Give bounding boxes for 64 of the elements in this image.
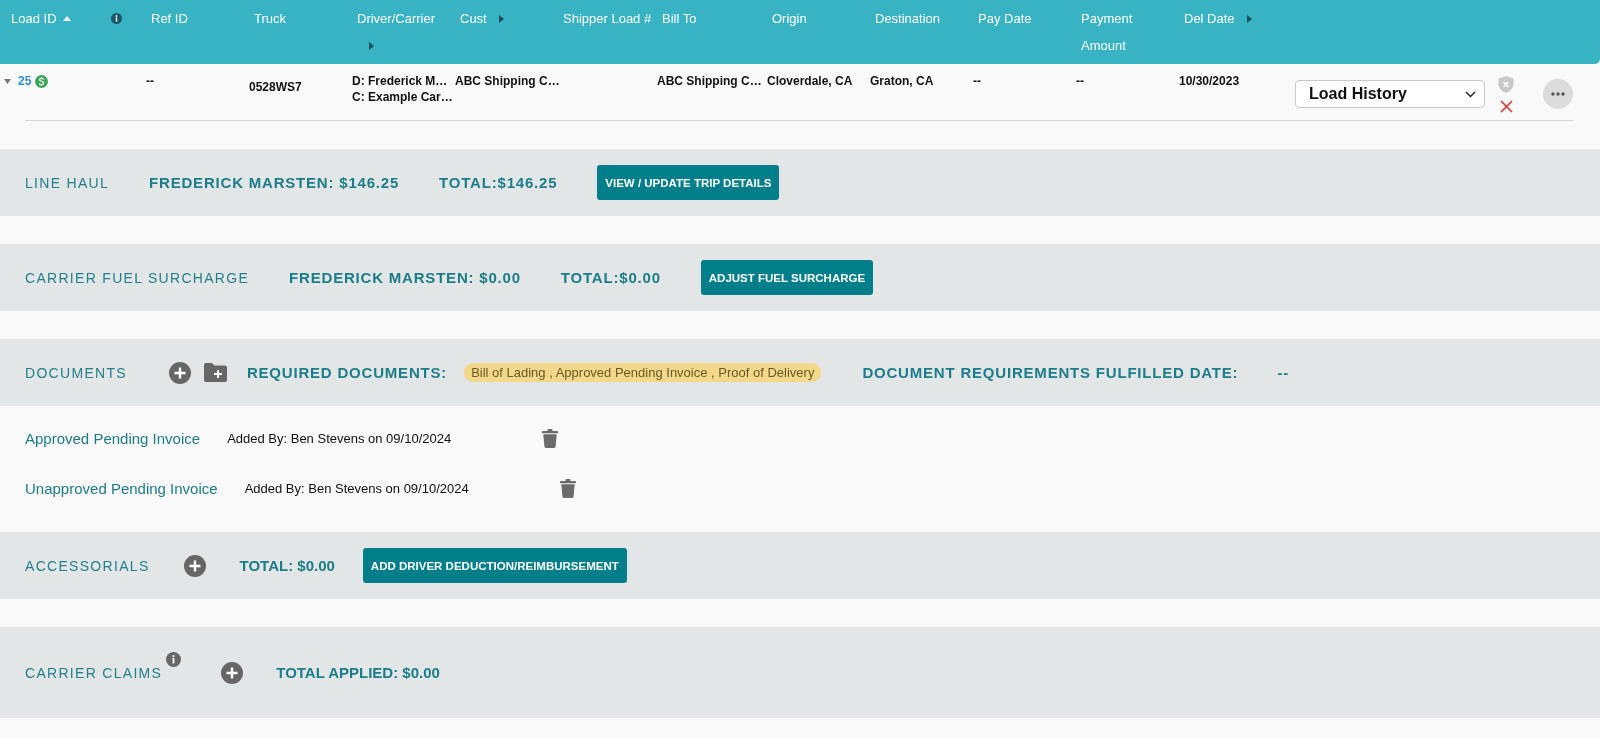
added-by-text: Added By: Ben Stevens on 09/10/2024 xyxy=(244,480,469,496)
section-total: TOTAL: $0.00 xyxy=(239,557,335,574)
action-button[interactable]: ADD DRIVER DEDUCTION/REIMBURSEMENT xyxy=(362,548,627,583)
section-title: ACCESSORIALS xyxy=(25,557,150,574)
add-icon[interactable] xyxy=(168,361,191,384)
table-cell: -- xyxy=(973,74,981,88)
column-header[interactable]: Truck xyxy=(254,5,287,32)
chevron-down-icon xyxy=(1465,90,1476,98)
table-cell: 0528WS7 xyxy=(249,80,302,94)
table-cell: Graton, CA xyxy=(870,74,934,88)
trash-icon[interactable] xyxy=(559,478,576,498)
column-header[interactable]: Shipper Load # xyxy=(563,5,652,32)
add-icon[interactable] xyxy=(183,554,206,577)
document-link[interactable]: Unapproved Pending Invoice xyxy=(25,479,218,497)
section-title: CARRIER CLAIMS xyxy=(25,664,163,681)
column-header[interactable]: Load ID xyxy=(11,5,71,32)
column-header[interactable]: Del Date xyxy=(1184,5,1252,32)
ellipsis-icon xyxy=(1551,92,1565,96)
column-header[interactable]: Pay Date xyxy=(978,5,1032,32)
required-documents-tag: Bill of Lading , Approved Pending Invoice , Proof of Delivery xyxy=(464,363,822,382)
column-header[interactable]: Destination xyxy=(875,5,941,32)
table-cell: ABC Shipping C… xyxy=(657,74,762,88)
required-documents-label: REQUIRED DOCUMENTS: xyxy=(246,364,448,381)
table-cell: 10/30/2023 xyxy=(1179,74,1240,88)
folder-add-icon[interactable] xyxy=(203,363,227,382)
info-icon[interactable] xyxy=(166,651,182,667)
trash-icon[interactable] xyxy=(542,428,559,448)
column-header[interactable]: Bill To xyxy=(662,5,697,32)
driver-name: D: Frederick M… xyxy=(352,73,449,89)
section-title: LINE HAUL xyxy=(25,174,110,191)
column-header[interactable]: Origin xyxy=(772,5,807,32)
column-header[interactable]: Cust xyxy=(460,5,504,32)
carrier-name: C: Example Car… xyxy=(352,89,454,105)
table-cell: ABC Shipping C… xyxy=(455,74,560,88)
column-header[interactable]: Payment Amount xyxy=(1081,5,1173,59)
more-button[interactable] xyxy=(1543,79,1573,109)
table-cell: -- xyxy=(1076,74,1084,88)
table-cell: -- xyxy=(146,74,154,88)
fulfilled-date-label: DOCUMENT REQUIREMENTS FULFILLED DATE: xyxy=(862,364,1239,381)
section-title: DOCUMENTS xyxy=(25,364,127,381)
section-title: CARRIER FUEL SURCHARGE xyxy=(25,269,250,286)
info-icon[interactable] xyxy=(111,13,122,24)
section-total: TOTAL:$146.25 xyxy=(439,174,558,191)
table-cell: Cloverdale, CA xyxy=(767,74,853,88)
section-total: TOTAL:$0.00 xyxy=(560,269,661,286)
caret-right-icon[interactable] xyxy=(369,42,374,50)
action-button[interactable]: VIEW / UPDATE TRIP DETAILS xyxy=(597,165,780,200)
dollar-icon xyxy=(35,74,49,88)
caret-right-icon[interactable] xyxy=(498,15,504,23)
section-total: TOTAL APPLIED: $0.00 xyxy=(276,664,440,681)
load-history-select[interactable]: Load History xyxy=(1295,80,1485,108)
load-id-link[interactable]: 25 xyxy=(18,74,32,88)
driver-total: FREDERICK MARSTEN: $0.00 xyxy=(289,269,521,286)
delete-icon[interactable] xyxy=(1499,100,1513,113)
fulfilled-date-value: -- xyxy=(1277,364,1289,381)
caret-down-icon[interactable] xyxy=(4,78,11,84)
document-link[interactable]: Approved Pending Invoice xyxy=(25,429,201,447)
add-icon[interactable] xyxy=(221,661,244,684)
driver-total: FREDERICK MARSTEN: $146.25 xyxy=(149,174,400,191)
column-header[interactable]: Ref ID xyxy=(151,5,188,32)
action-button[interactable]: ADJUST FUEL SURCHARGE xyxy=(700,260,874,295)
added-by-text: Added By: Ben Stevens on 09/10/2024 xyxy=(227,430,452,446)
column-header[interactable]: Driver/Carrier xyxy=(357,5,449,59)
caret-right-icon[interactable] xyxy=(1246,15,1252,23)
